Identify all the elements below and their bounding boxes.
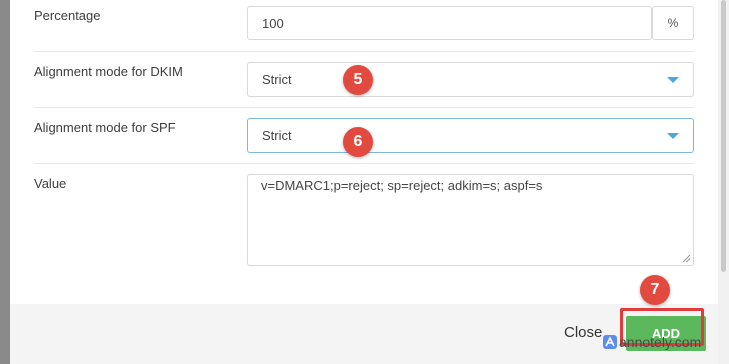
watermark-text: annotely.com [619, 334, 702, 350]
spf-selected-value: Strict [262, 128, 292, 143]
divider [34, 51, 694, 52]
annotely-logo-icon [603, 335, 617, 349]
dkim-label: Alignment mode for DKIM [34, 64, 183, 79]
chevron-down-icon [667, 133, 679, 139]
spf-label: Alignment mode for SPF [34, 120, 176, 135]
dmarc-record-text[interactable]: v=DMARC1;p=reject; sp=reject; adkim=s; a… [248, 175, 693, 265]
scrollbar[interactable] [718, 0, 729, 364]
step-badge-7: 7 [640, 275, 670, 305]
value-textarea[interactable]: v=DMARC1;p=reject; sp=reject; adkim=s; a… [247, 174, 694, 266]
resize-handle[interactable] [683, 255, 690, 262]
spf-select[interactable]: Strict [247, 118, 694, 153]
step-badge-5: 5 [343, 65, 373, 95]
divider [34, 107, 694, 108]
divider [34, 163, 694, 164]
percentage-value: 100 [262, 16, 284, 31]
percentage-label: Percentage [34, 8, 101, 23]
percentage-input[interactable]: 100 [247, 6, 652, 40]
value-label: Value [34, 176, 67, 191]
chevron-down-icon [667, 77, 679, 83]
modal-dialog: Percentage 100 % Alignment mode for DKIM… [10, 0, 718, 364]
watermark: annotely.com [603, 334, 701, 350]
dkim-selected-value: Strict [262, 72, 292, 87]
scrollbar-thumb[interactable] [721, 0, 726, 272]
dkim-select[interactable]: Strict [247, 62, 694, 97]
step-badge-6: 6 [343, 127, 373, 157]
percent-suffix: % [652, 6, 694, 40]
close-button[interactable]: Close [564, 324, 602, 341]
